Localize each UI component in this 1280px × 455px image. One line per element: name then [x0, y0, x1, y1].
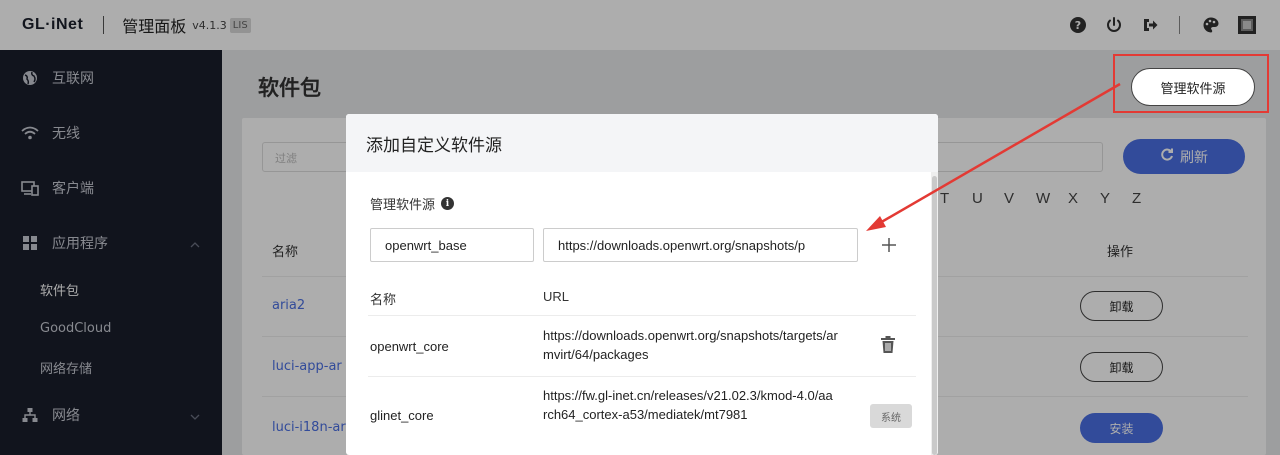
source-url: https://fw.gl-inet.cn/releases/v21.02.3/…: [543, 388, 833, 422]
dialog-title: 添加自定义软件源: [346, 114, 938, 172]
annotation-highlight-box: [1113, 54, 1269, 113]
info-icon[interactable]: i: [441, 197, 455, 210]
trash-icon[interactable]: [880, 336, 898, 356]
source-name: openwrt_core: [370, 339, 449, 354]
section-label: 管理软件源 i: [370, 194, 455, 213]
source-name: glinet_core: [370, 408, 434, 423]
column-header-name: 名称: [370, 293, 397, 308]
source-url-input[interactable]: [543, 228, 858, 262]
source-name-input[interactable]: [370, 228, 534, 262]
divider: [368, 376, 916, 377]
section-label-text: 管理软件源: [370, 198, 436, 213]
add-icon[interactable]: [876, 232, 902, 258]
column-header-url: URL: [543, 289, 570, 304]
system-badge: 系统: [870, 404, 912, 428]
divider: [368, 315, 916, 316]
scrollbar-thumb[interactable]: [932, 176, 937, 455]
source-url: https://downloads.openwrt.org/snapshots/…: [543, 328, 838, 362]
add-source-dialog: 添加自定义软件源 管理软件源 i 名称 URL openwrt_core htt…: [346, 114, 938, 455]
